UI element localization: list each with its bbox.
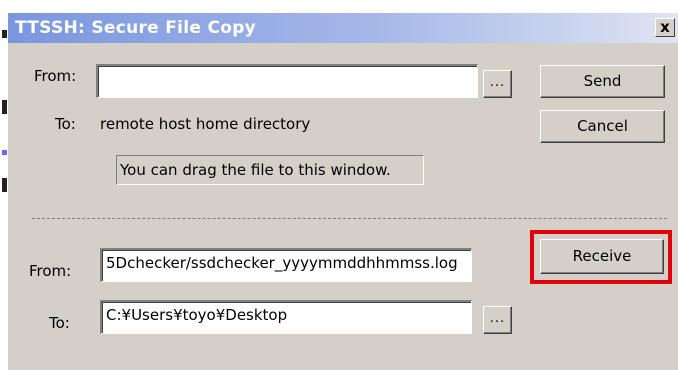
send-from-input[interactable] [96, 64, 478, 98]
receive-to-input[interactable]: C:¥Users¥toyo¥Desktop [100, 300, 472, 334]
receive-browse-button[interactable]: ... [483, 306, 512, 334]
dialog-title: TTSSH: Secure File Copy [15, 18, 257, 38]
receive-button-highlight [530, 230, 672, 284]
send-from-label: From: [34, 67, 77, 85]
secure-file-copy-dialog: TTSSH: Secure File Copy x From: ... Send… [7, 12, 678, 370]
title-bar[interactable]: TTSSH: Secure File Copy x [8, 13, 678, 43]
close-button[interactable]: x [655, 18, 675, 37]
send-browse-button[interactable]: ... [483, 70, 512, 98]
send-to-value: remote host home directory [100, 115, 311, 133]
receive-to-label: To: [49, 314, 70, 332]
drag-drop-hint: You can drag the file to this window. [116, 155, 424, 185]
section-divider [32, 218, 667, 219]
send-button[interactable]: Send [540, 65, 665, 98]
send-to-label: To: [55, 115, 76, 133]
receive-from-label: From: [29, 262, 72, 280]
receive-from-input[interactable]: 5Dchecker/ssdchecker_yyyymmddhhmmss.log [100, 248, 472, 282]
cancel-button[interactable]: Cancel [540, 110, 665, 143]
